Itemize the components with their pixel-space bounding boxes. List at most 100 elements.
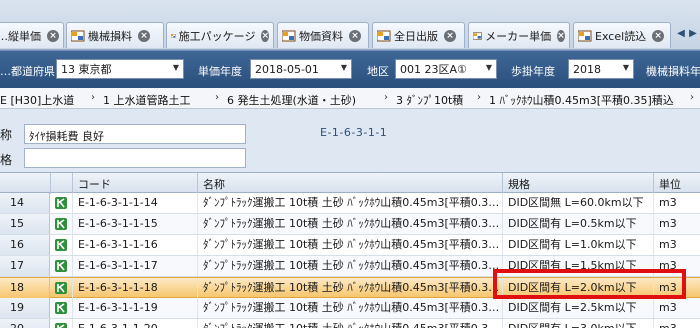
cell-spec: DID区間有 L=1.0km以下 — [508, 238, 637, 251]
item-type-icon — [55, 323, 67, 328]
tab-materials[interactable]: 物価資料 × — [277, 22, 369, 48]
cell-unit: m3 — [659, 196, 677, 209]
row-number: 17 — [0, 256, 50, 276]
table-row[interactable]: 15 E-1-6-3-1-1-15 ﾀﾞﾝﾌﾟﾄﾗｯｸ運搬工 10t積 土砂 ﾊﾞｯ… — [0, 214, 700, 235]
chevron-down-icon: ▼ — [172, 63, 179, 72]
tab-machine[interactable]: 機械損料 × — [66, 22, 164, 48]
tab-label: …縦単価 — [0, 29, 41, 43]
area-label: 地区 — [367, 65, 389, 78]
breadcrumb: E [H30]上水道 › 1 上水道管路土工 › 6 発生土処理(水道・土砂) … — [0, 88, 700, 109]
chevron-right-icon: › — [215, 92, 219, 103]
item-type-icon — [55, 260, 67, 272]
area-value: 001 23区A① — [400, 63, 467, 76]
tab-zenjitsu[interactable]: 全日出版 × — [372, 22, 465, 48]
close-icon[interactable]: × — [349, 29, 361, 42]
cell-name: ﾀﾞﾝﾌﾟﾄﾗｯｸ運搬工 10t積 土砂 ﾊﾞｯｸﾎｳ山積0.45m3[平積0.… — [203, 217, 499, 230]
table-row[interactable]: 20 E-1-6-3-1-1-20 ﾀﾞﾝﾌﾟﾄﾗｯｸ運搬工 10t積 土砂 ﾊﾞｯ… — [0, 319, 700, 328]
item-type-icon — [55, 197, 67, 209]
chevron-right-icon: › — [690, 92, 694, 103]
cell-name: ﾀﾞﾝﾌﾟﾄﾗｯｸ運搬工 10t積 土砂 ﾊﾞｯｸﾎｳ山積0.45m3[平積0.… — [203, 301, 499, 314]
cell-spec: DID区間有 L=2.5km以下 — [508, 301, 637, 314]
row-number: 16 — [0, 235, 50, 255]
tab-label: 機械損料 — [88, 29, 132, 43]
breadcrumb-item[interactable]: 3 ﾀﾞﾝﾌﾟ10t積 — [396, 92, 463, 108]
cell-code: E-1-6-3-1-1-17 — [78, 259, 158, 272]
close-icon[interactable]: × — [444, 29, 456, 42]
chevron-right-icon: › — [384, 92, 388, 103]
chevron-down-icon: ▼ — [485, 63, 492, 72]
cell-name: ﾀﾞﾝﾌﾟﾄﾗｯｸ運搬工 10t積 土砂 ﾊﾞｯｸﾎｳ山積0.45m3[平積0.… — [203, 281, 499, 294]
column-header-spec[interactable]: 規格 — [508, 176, 530, 192]
cell-unit: m3 — [659, 301, 677, 314]
table-row[interactable]: 16 E-1-6-3-1-1-16 ﾀﾞﾝﾌﾟﾄﾗｯｸ運搬工 10t積 土砂 ﾊﾞｯ… — [0, 235, 700, 256]
item-code: E-1-6-3-1-1 — [320, 126, 388, 139]
tab-label: 施工パッケージ — [178, 29, 256, 43]
area-select[interactable]: 001 23区A① ▼ — [395, 59, 497, 79]
tab-label: Excel読込 — [595, 29, 647, 43]
table-icon — [578, 30, 592, 41]
close-icon[interactable]: × — [138, 29, 150, 42]
close-icon[interactable]: × — [652, 29, 665, 42]
tab-label: メーカー単価 — [485, 29, 552, 43]
price-year-input[interactable]: 2018-05-01 ▼ — [250, 59, 352, 79]
chevron-right-icon: › — [91, 92, 95, 103]
spec-input[interactable] — [24, 148, 246, 168]
chevron-down-icon: ▼ — [622, 63, 629, 72]
rate-year-select[interactable]: 2018 ▼ — [568, 59, 634, 79]
parameter-bar: …都道府県 13 東京都 ▼ 単価年度 2018-05-01 ▼ 地区 001 … — [0, 50, 700, 88]
table-row[interactable]: 14 E-1-6-3-1-1-14 ﾀﾞﾝﾌﾟﾄﾗｯｸ運搬工 10t積 土砂 ﾊﾞｯ… — [0, 193, 700, 214]
name-input[interactable]: ﾀｲﾔ損耗費 良好 — [24, 124, 246, 144]
row-number: 18 — [0, 278, 50, 298]
row-number: 19 — [0, 298, 50, 318]
name-label: 称 — [0, 128, 13, 142]
table-icon — [171, 33, 176, 38]
cell-spec: DID区間無 L=60.0km以下 — [508, 196, 644, 209]
item-type-icon — [55, 302, 67, 314]
cell-unit: m3 — [659, 217, 677, 230]
column-header-name[interactable]: 名称 — [203, 176, 225, 192]
table-header: コード 名称 規格 単位 — [0, 172, 700, 194]
spec-label: 格 — [0, 153, 13, 167]
cell-code: E-1-6-3-1-1-18 — [78, 281, 158, 294]
breadcrumb-item[interactable]: E [H30]上水道 — [0, 92, 74, 108]
breadcrumb-item[interactable]: 1 ﾊﾞｯｸﾎｳ山積0.45m3[平積0.35]積込 — [489, 92, 674, 108]
detail-form: 称 ﾀｲﾔ損耗費 良好 E-1-6-3-1-1 格 — [0, 109, 700, 172]
column-header-unit[interactable]: 単位 — [659, 176, 681, 192]
prefecture-select[interactable]: 13 東京都 ▼ — [56, 59, 184, 79]
tab-price[interactable]: …縦単価 × — [0, 22, 64, 48]
row-number: 14 — [0, 193, 50, 213]
machine-year-label: 機械損料年… — [646, 65, 700, 78]
prefecture-label: …都道府県 — [0, 65, 55, 78]
prefecture-value: 13 東京都 — [61, 63, 112, 76]
breadcrumb-item[interactable]: 1 上水道管路土工 — [103, 92, 191, 108]
cell-name: ﾀﾞﾝﾌﾟﾄﾗｯｸ運搬工 10t積 土砂 ﾊﾞｯｸﾎｳ山積0.45m3[平積0.… — [203, 259, 499, 272]
cell-code: E-1-6-3-1-1-20 — [78, 319, 194, 328]
tab-bar: …縦単価 × 機械損料 × 施工パッケージ × 物価資料 × 全日出版 × メー… — [0, 0, 700, 50]
cell-name: ﾀﾞﾝﾌﾟﾄﾗｯｸ運搬工 10t積 土砂 ﾊﾞｯｸﾎｳ山積0.45m3[平積0.… — [203, 196, 499, 209]
tab-package[interactable]: 施工パッケージ × — [166, 22, 274, 48]
item-type-icon — [55, 239, 67, 251]
close-icon[interactable]: × — [261, 29, 269, 42]
price-year-label: 単価年度 — [198, 65, 242, 78]
tab-excel[interactable]: Excel読込 × — [573, 22, 671, 48]
column-header-code[interactable]: コード — [78, 176, 111, 192]
table-row[interactable]: 19 E-1-6-3-1-1-19 ﾀﾞﾝﾌﾟﾄﾗｯｸ運搬工 10t積 土砂 ﾊﾞｯ… — [0, 298, 700, 319]
table-icon — [282, 30, 296, 41]
cell-spec: DID区間有 L=3.0km以下 — [508, 319, 650, 328]
cell-name: ﾀﾞﾝﾌﾟﾄﾗｯｸ運搬工 10t積 土砂 ﾊﾞｯｸﾎｳ山積0.45m3[平積0.… — [203, 238, 499, 251]
cell-unit: m3 — [659, 238, 677, 251]
cell-code: E-1-6-3-1-1-14 — [78, 196, 158, 209]
close-icon[interactable]: × — [47, 29, 59, 42]
breadcrumb-item[interactable]: 6 発生土処理(水道・土砂) — [227, 92, 356, 108]
close-icon[interactable]: × — [557, 29, 565, 42]
tab-scroll-right-icon[interactable]: ▶ — [686, 26, 700, 42]
cell-code: E-1-6-3-1-1-19 — [78, 301, 158, 314]
chevron-right-icon: › — [477, 92, 481, 103]
rate-year-label: 歩掛年度 — [511, 65, 555, 78]
price-year-value: 2018-05-01 — [255, 62, 319, 76]
cell-spec: DID区間有 L=0.5km以下 — [508, 217, 637, 230]
chevron-down-icon: ▼ — [340, 63, 347, 72]
tab-maker[interactable]: メーカー単価 × — [468, 22, 570, 48]
row-number: 20 — [0, 319, 50, 328]
item-type-icon — [55, 218, 67, 230]
